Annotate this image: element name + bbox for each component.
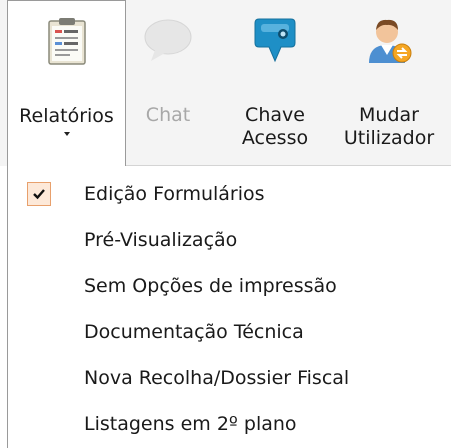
menu-item-label: Documentação Técnica	[84, 321, 304, 343]
reports-label: Relatórios	[19, 105, 114, 127]
access-key-label: Chave Acesso	[241, 104, 309, 149]
chat-bubble-icon	[142, 14, 194, 66]
reports-button[interactable]: Relatórios	[7, 0, 126, 166]
menu-item-label: Pré-Visualização	[84, 229, 238, 251]
switch-user-icon	[363, 14, 415, 66]
menu-item-label: Sem Opções de impressão	[84, 275, 337, 297]
menu-item-label: Listagens em 2º plano	[84, 413, 297, 435]
menu-item-sem-opcoes-impressao[interactable]: Sem Opções de impressão	[8, 264, 451, 308]
menu-item-edicao-formularios[interactable]: Edição Formulários	[8, 172, 451, 216]
chevron-down-icon	[63, 132, 70, 136]
key-icon	[249, 14, 301, 66]
switch-user-label: Mudar Utilizador	[343, 104, 435, 149]
menu-item-label: Edição Formulários	[84, 183, 265, 205]
menu-item-nova-recolha[interactable]: Nova Recolha/Dossier Fiscal	[8, 356, 451, 400]
reports-dropdown-menu: Edição Formulários Pré-Visualização Sem …	[7, 166, 451, 448]
access-key-button[interactable]: Chave Acesso	[230, 0, 320, 166]
menu-item-listagens-2-plano[interactable]: Listagens em 2º plano	[8, 402, 451, 446]
chat-label: Chat	[145, 104, 191, 126]
menu-item-pre-visualizacao[interactable]: Pré-Visualização	[8, 218, 451, 262]
report-document-icon	[41, 15, 93, 67]
switch-user-button[interactable]: Mudar Utilizador	[338, 0, 440, 166]
menu-item-label: Nova Recolha/Dossier Fiscal	[84, 367, 350, 389]
chat-button[interactable]: Chat	[132, 0, 204, 166]
checkmark-icon	[27, 182, 51, 206]
menu-item-documentacao-tecnica[interactable]: Documentação Técnica	[8, 310, 451, 354]
